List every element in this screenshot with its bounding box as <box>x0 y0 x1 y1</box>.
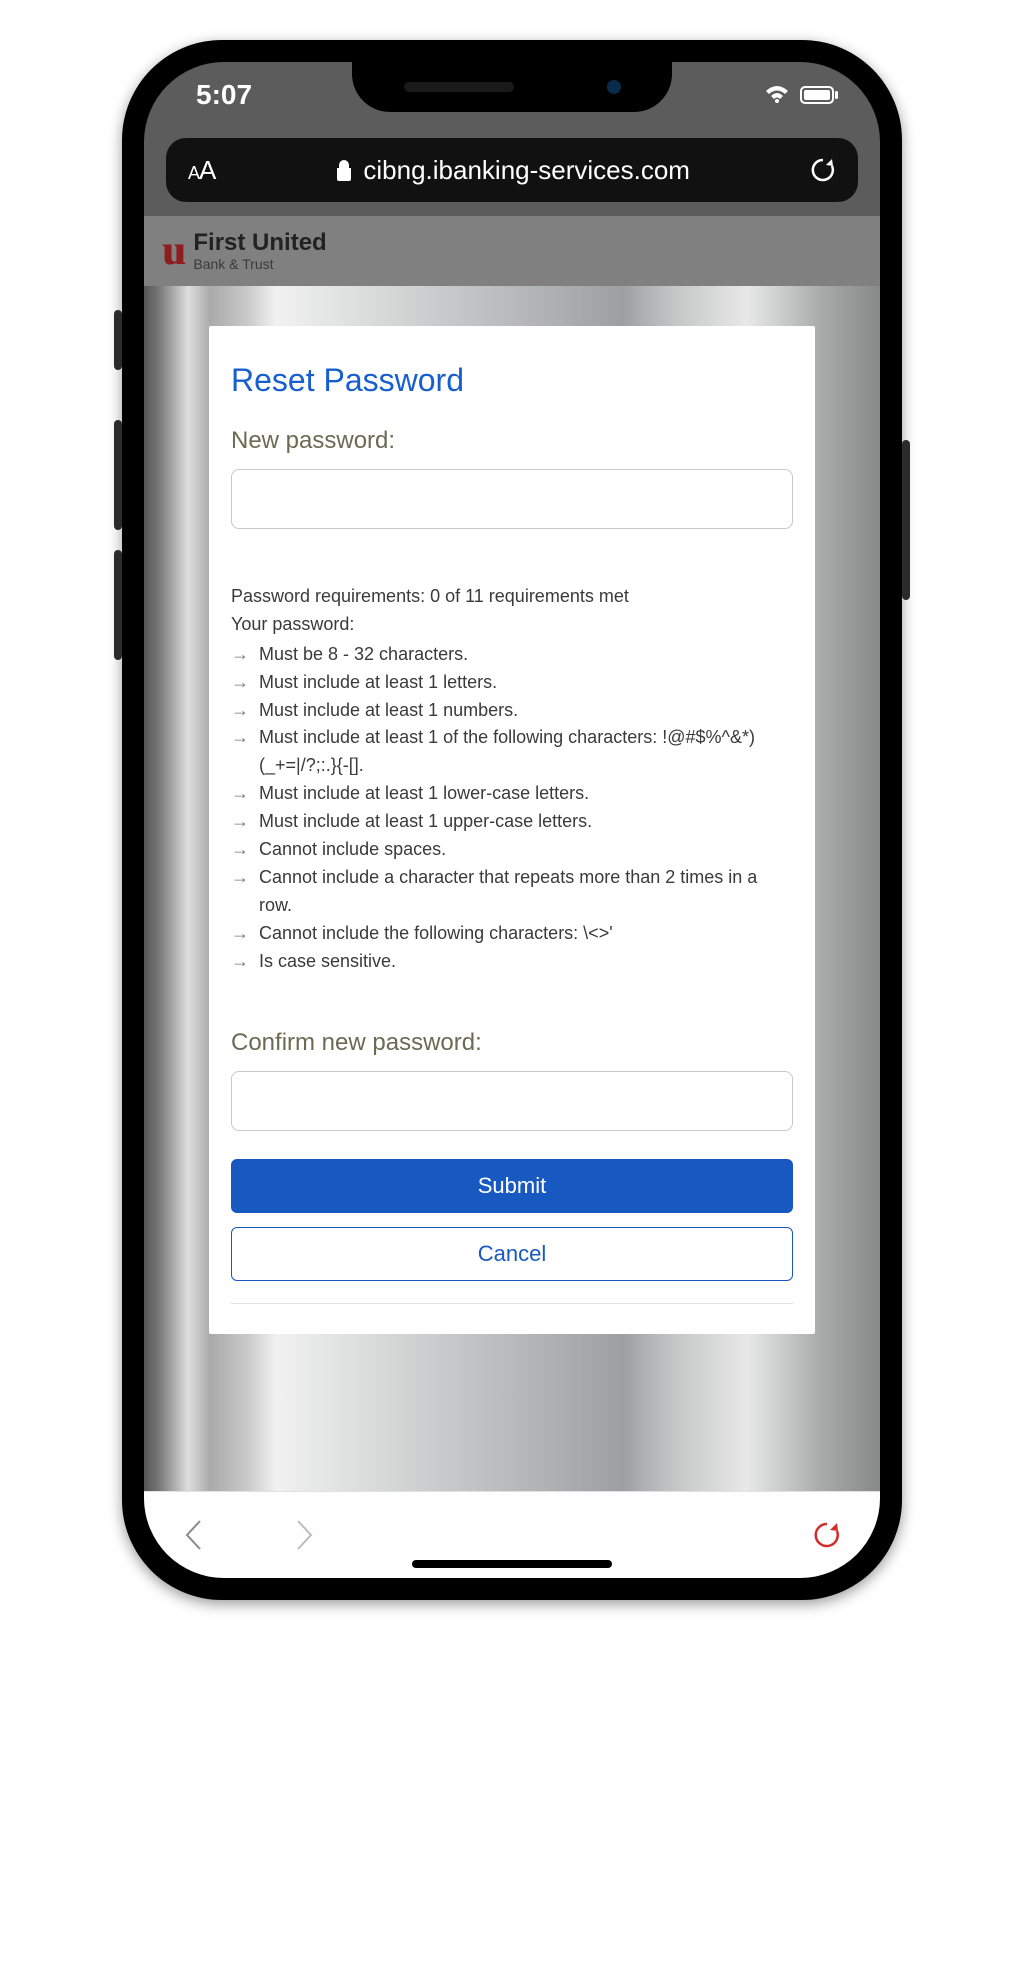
requirements-summary: Password requirements: 0 of 11 requireme… <box>231 583 793 611</box>
arrow-icon: → <box>231 920 249 948</box>
requirement-item: → Must be 8 - 32 characters. <box>231 641 793 669</box>
requirement-text: Must include at least 1 numbers. <box>259 697 518 725</box>
arrow-icon: → <box>231 864 249 920</box>
new-password-input[interactable] <box>231 469 793 529</box>
phone-frame: 5:07 AA cibng. <box>122 40 902 1600</box>
confirm-password-input[interactable] <box>231 1071 793 1131</box>
cancel-button[interactable]: Cancel <box>231 1227 793 1281</box>
requirement-text: Must be 8 - 32 characters. <box>259 641 468 669</box>
requirement-text: Must include at least 1 of the following… <box>259 724 793 780</box>
forward-button[interactable] <box>294 1518 316 1552</box>
arrow-icon: → <box>231 669 249 697</box>
requirement-text: Must include at least 1 lower-case lette… <box>259 780 589 808</box>
requirement-text: Must include at least 1 letters. <box>259 669 497 697</box>
requirement-text: Cannot include the following characters:… <box>259 920 613 948</box>
arrow-icon: → <box>231 724 249 780</box>
arrow-icon: → <box>231 948 249 976</box>
text-size-button[interactable]: AA <box>188 155 215 186</box>
phone-side-button <box>114 550 122 660</box>
requirement-text: Is case sensitive. <box>259 948 396 976</box>
confirm-password-label: Confirm new password: <box>231 1029 793 1057</box>
requirement-text: Cannot include spaces. <box>259 836 446 864</box>
requirement-item: →Must include at least 1 of the followin… <box>231 724 793 780</box>
requirement-item: → Must include at least 1 lower-case lett… <box>231 780 793 808</box>
requirement-item: → Cannot include spaces. <box>231 836 793 864</box>
requirement-item: → Cannot include the following characters… <box>231 920 793 948</box>
requirement-item: → Must include at least 1 letters. <box>231 669 793 697</box>
requirements-list: →Must be 8 - 32 characters.→Must include… <box>231 641 793 976</box>
requirement-item: →Cannot include a character that repeats… <box>231 864 793 920</box>
reload-button[interactable] <box>812 1520 842 1550</box>
requirement-item: → Must include at least 1 numbers. <box>231 697 793 725</box>
wifi-icon <box>764 85 790 105</box>
arrow-icon: → <box>231 697 249 725</box>
back-button[interactable] <box>182 1518 204 1552</box>
submit-button[interactable]: Submit <box>231 1159 793 1213</box>
requirement-text: Must include at least 1 upper-case lette… <box>259 808 592 836</box>
bank-name: First United <box>193 231 326 255</box>
page-title: Reset Password <box>231 362 793 399</box>
arrow-icon: → <box>231 808 249 836</box>
bank-tagline: Bank & Trust <box>193 257 326 271</box>
requirement-text: Cannot include a character that repeats … <box>259 864 793 920</box>
url-text: cibng.ibanking-services.com <box>363 155 690 186</box>
home-indicator[interactable] <box>412 1560 612 1568</box>
phone-side-button <box>902 440 910 600</box>
phone-side-button <box>114 310 122 370</box>
phone-side-button <box>114 420 122 530</box>
arrow-icon: → <box>231 780 249 808</box>
requirement-item: → Must include at least 1 upper-case lett… <box>231 808 793 836</box>
battery-icon <box>800 85 840 105</box>
arrow-icon: → <box>231 836 249 864</box>
site-header: u First United Bank & Trust <box>144 216 880 286</box>
browser-url-bar[interactable]: AA cibng.ibanking-services.com <box>166 138 858 202</box>
bank-logo: u <box>162 230 181 272</box>
new-password-label: New password: <box>231 427 793 455</box>
reset-password-card: Reset Password New password: Password re… <box>209 326 815 1334</box>
reload-icon[interactable] <box>810 157 836 183</box>
lock-icon <box>335 159 353 181</box>
phone-notch <box>352 62 672 112</box>
arrow-icon: → <box>231 641 249 669</box>
requirements-intro: Your password: <box>231 611 793 639</box>
requirement-item: → Is case sensitive. <box>231 948 793 976</box>
status-time: 5:07 <box>196 79 252 111</box>
divider <box>231 1303 793 1304</box>
